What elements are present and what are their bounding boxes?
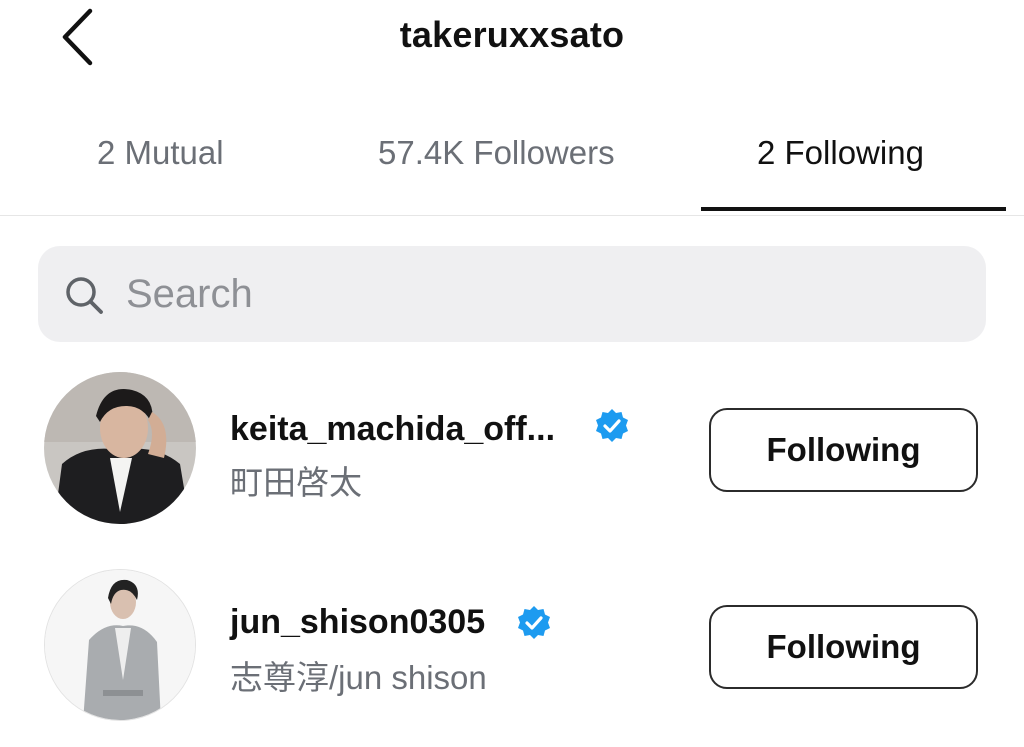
username[interactable]: keita_machida_off... (230, 410, 555, 449)
tab-mutual[interactable]: 2 Mutual (97, 134, 224, 172)
verified-badge-icon (518, 606, 550, 639)
search-input[interactable] (126, 270, 726, 318)
avatar[interactable] (44, 372, 196, 524)
profile-photo (44, 372, 196, 524)
page-title: takeruxxsato (399, 14, 625, 55)
username[interactable]: jun_shison0305 (230, 603, 485, 642)
profile-photo (45, 570, 195, 720)
list-item: jun_shison0305 志尊淳/jun shison Following (0, 569, 1024, 729)
active-tab-indicator (701, 207, 1006, 211)
tab-following[interactable]: 2 Following (757, 134, 924, 172)
verified-badge-icon (596, 409, 628, 442)
avatar[interactable] (44, 569, 196, 721)
full-name: 志尊淳/jun shison (230, 659, 487, 696)
following-button[interactable]: Following (709, 408, 978, 492)
tab-followers[interactable]: 57.4K Followers (378, 134, 615, 172)
following-button[interactable]: Following (709, 605, 978, 689)
tab-bar: 2 Mutual 57.4K Followers 2 Following (0, 110, 1024, 216)
full-name: 町田啓太 (230, 464, 362, 501)
top-bar: takeruxxsato (0, 0, 1024, 80)
list-item: keita_machida_off... 町田啓太 Following (0, 372, 1024, 532)
search-icon (66, 277, 103, 314)
